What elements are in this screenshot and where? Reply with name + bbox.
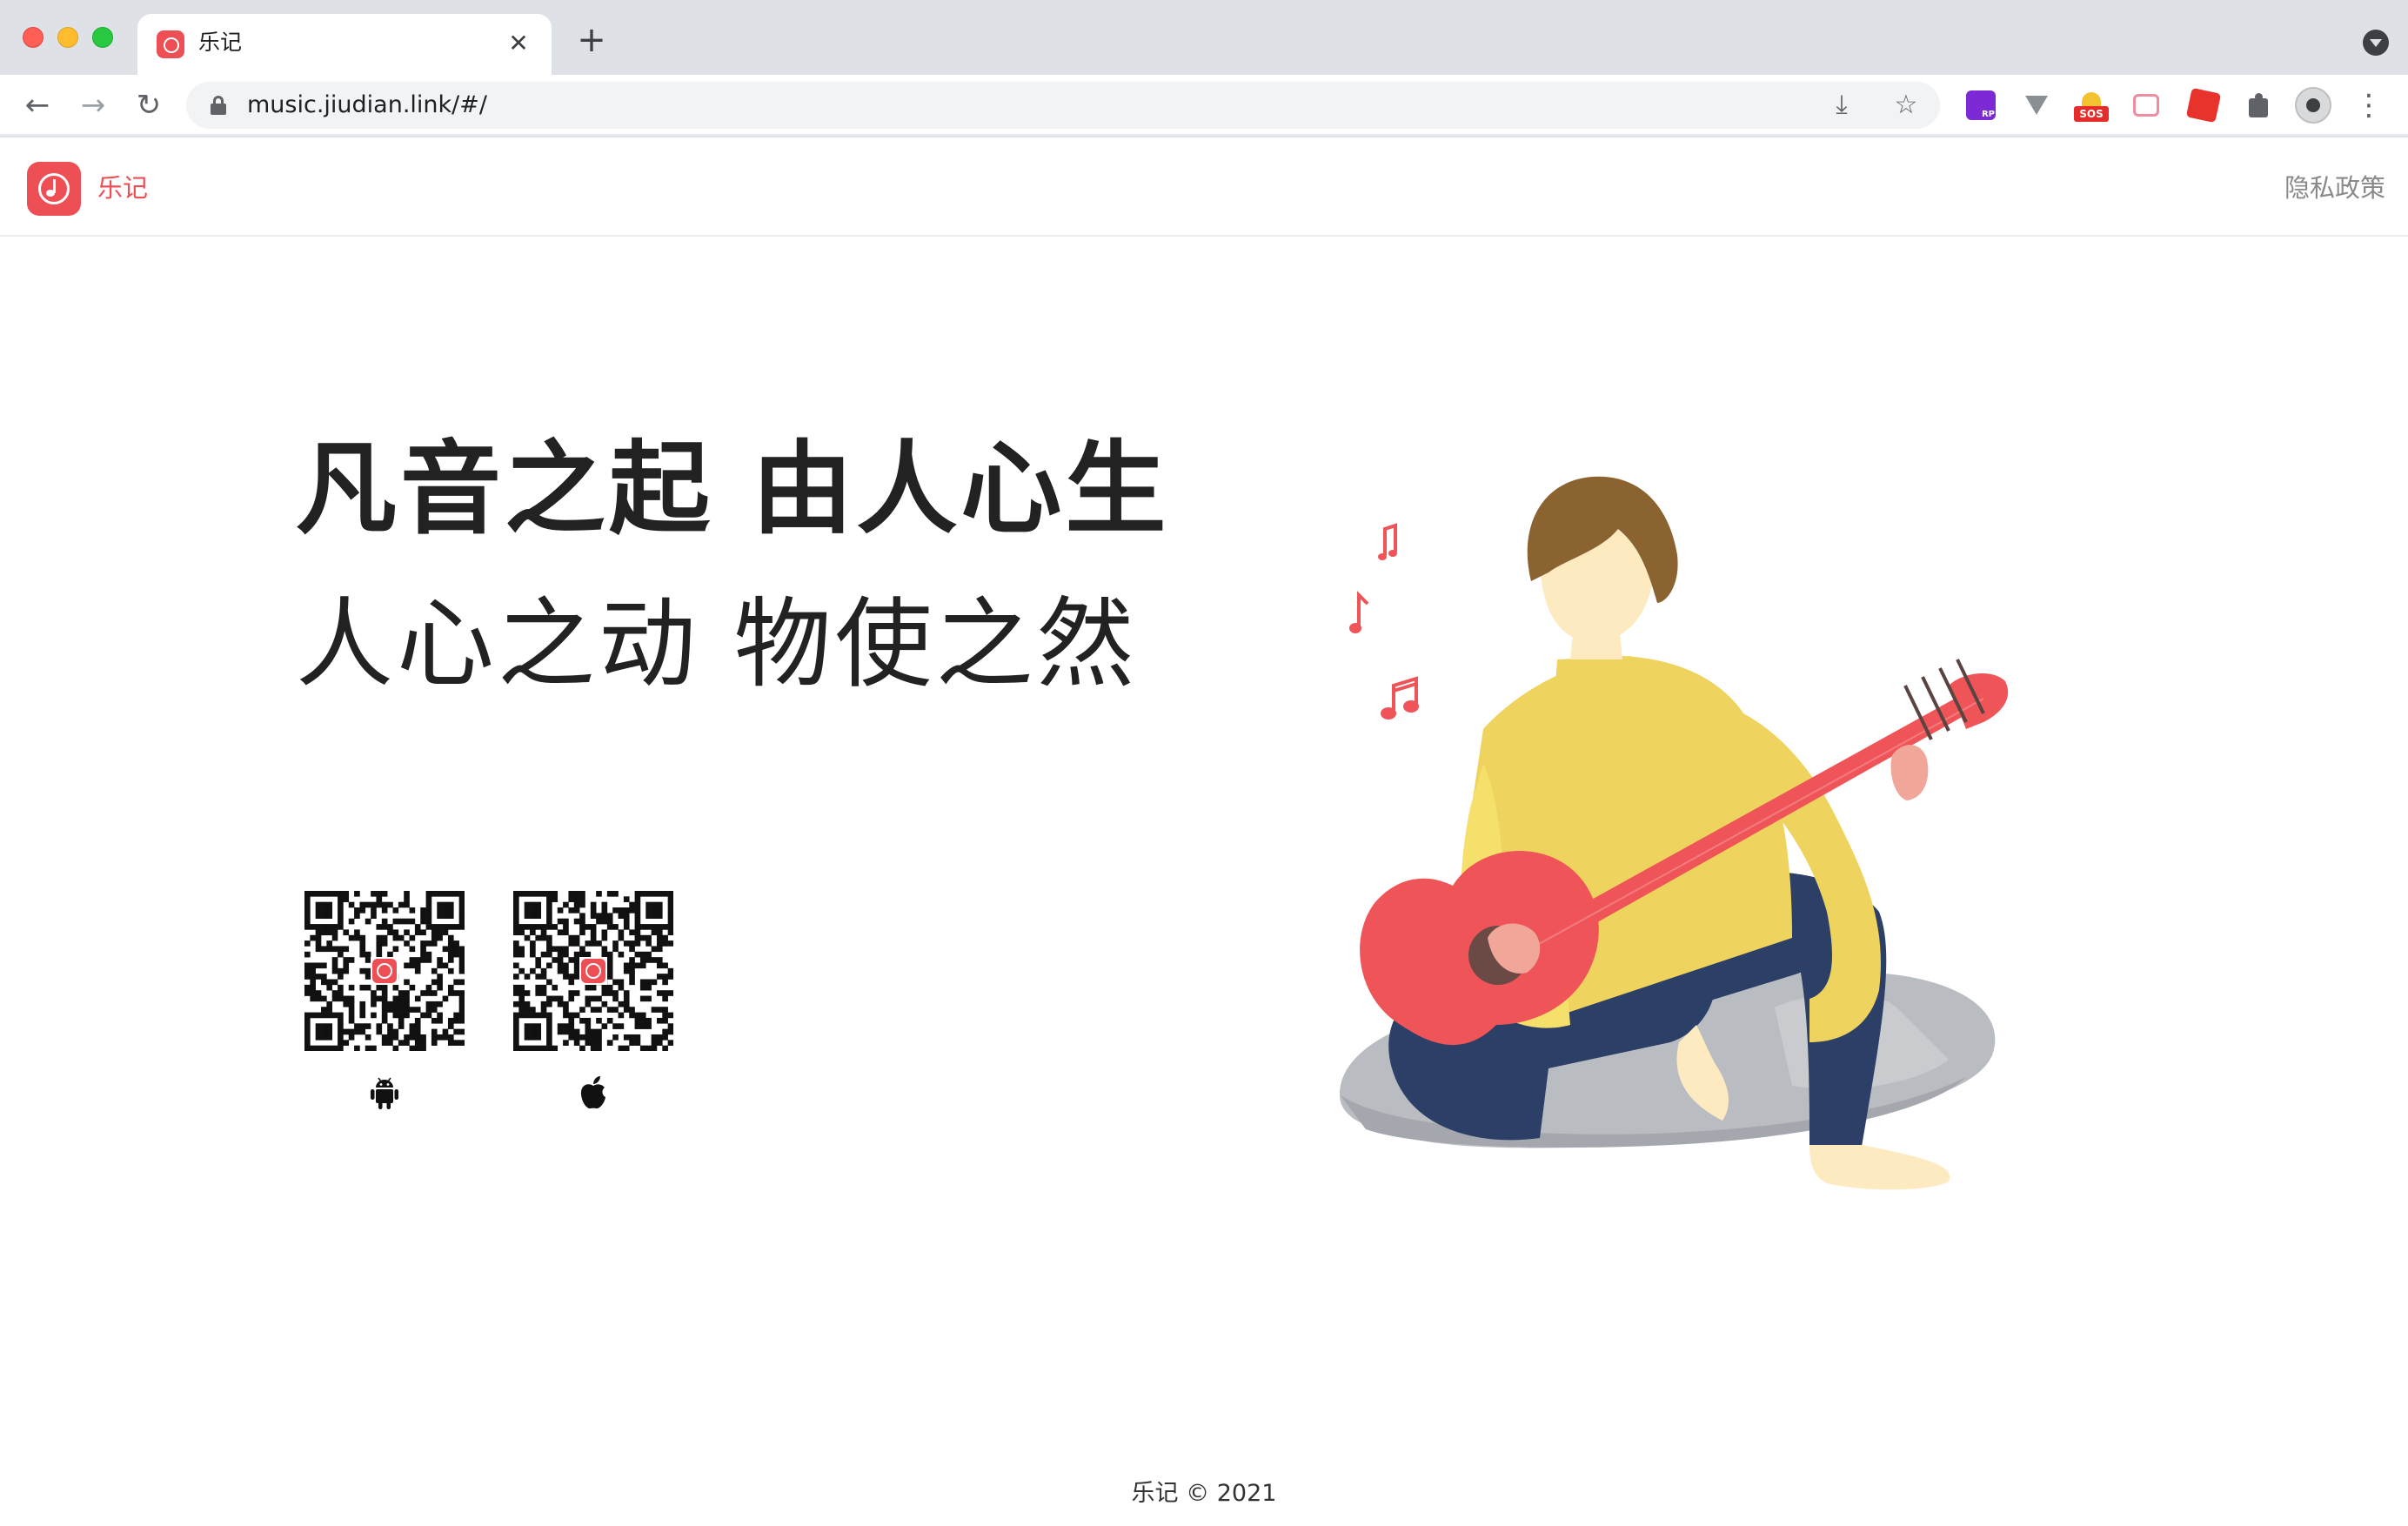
browser-menu-icon[interactable]: ⋮ bbox=[2354, 85, 2384, 125]
tab-close-icon[interactable]: ✕ bbox=[505, 30, 532, 57]
new-tab-button[interactable]: + bbox=[574, 23, 609, 59]
extension-dice-icon[interactable] bbox=[2185, 87, 2222, 124]
hero-subline: 人心之动 物使之然 bbox=[296, 588, 1138, 701]
install-app-icon[interactable]: ⤓ bbox=[1827, 90, 1856, 120]
brand-name[interactable]: 乐记 bbox=[97, 169, 148, 207]
music-notes-icon bbox=[1357, 523, 1418, 712]
window-zoom-button[interactable] bbox=[92, 27, 113, 48]
android-qr-code bbox=[304, 891, 465, 1051]
window-close-button[interactable] bbox=[23, 27, 43, 48]
page-viewport: 乐记 隐私政策 凡音之起 由人心生 人心之动 物使之然 乐记 © 2021 bbox=[0, 137, 2408, 1526]
bookmark-star-icon[interactable]: ☆ bbox=[1891, 90, 1921, 120]
extension-rp-icon[interactable] bbox=[1966, 90, 1996, 120]
url-text[interactable]: music.jiudian.link/#/ bbox=[247, 90, 487, 120]
tab-search-icon[interactable] bbox=[2363, 30, 2389, 56]
extensions-puzzle-icon[interactable] bbox=[2244, 90, 2274, 120]
back-button[interactable]: ← bbox=[17, 85, 57, 125]
browser-tab-strip: 乐记 ✕ + bbox=[0, 0, 2408, 75]
reload-button[interactable]: ↻ bbox=[129, 85, 169, 125]
extension-sos-icon[interactable]: SOS bbox=[2074, 90, 2109, 122]
app-logo-icon[interactable] bbox=[27, 162, 81, 216]
extension-tv-icon[interactable] bbox=[2133, 94, 2159, 117]
privacy-policy-link[interactable]: 隐私政策 bbox=[2284, 169, 2385, 207]
hero-headline: 凡音之起 由人心生 bbox=[296, 431, 1170, 548]
extension-sos-label: SOS bbox=[2074, 106, 2109, 122]
favicon-icon bbox=[157, 30, 184, 58]
address-bar[interactable]: music.jiudian.link/#/ ⤓ ☆ bbox=[186, 82, 1940, 129]
browser-toolbar: ← → ↻ music.jiudian.link/#/ ⤓ ☆ SOS ⋮ bbox=[0, 75, 2408, 136]
android-icon bbox=[371, 1077, 398, 1109]
apple-icon bbox=[580, 1076, 605, 1109]
tab-title: 乐记 bbox=[198, 30, 243, 55]
guitar-player-illustration bbox=[1340, 476, 2009, 1190]
extension-vue-icon[interactable] bbox=[2022, 90, 2051, 120]
window-minimize-button[interactable] bbox=[57, 27, 78, 48]
site-header: 乐记 隐私政策 bbox=[0, 137, 2408, 237]
profile-avatar[interactable] bbox=[2295, 87, 2331, 124]
forward-button[interactable]: → bbox=[73, 85, 113, 125]
footer-copyright: 乐记 © 2021 bbox=[1131, 1480, 1277, 1507]
ios-qr-code bbox=[513, 891, 673, 1051]
browser-tab-active[interactable]: 乐记 ✕ bbox=[137, 14, 552, 75]
lock-icon[interactable] bbox=[211, 96, 226, 115]
